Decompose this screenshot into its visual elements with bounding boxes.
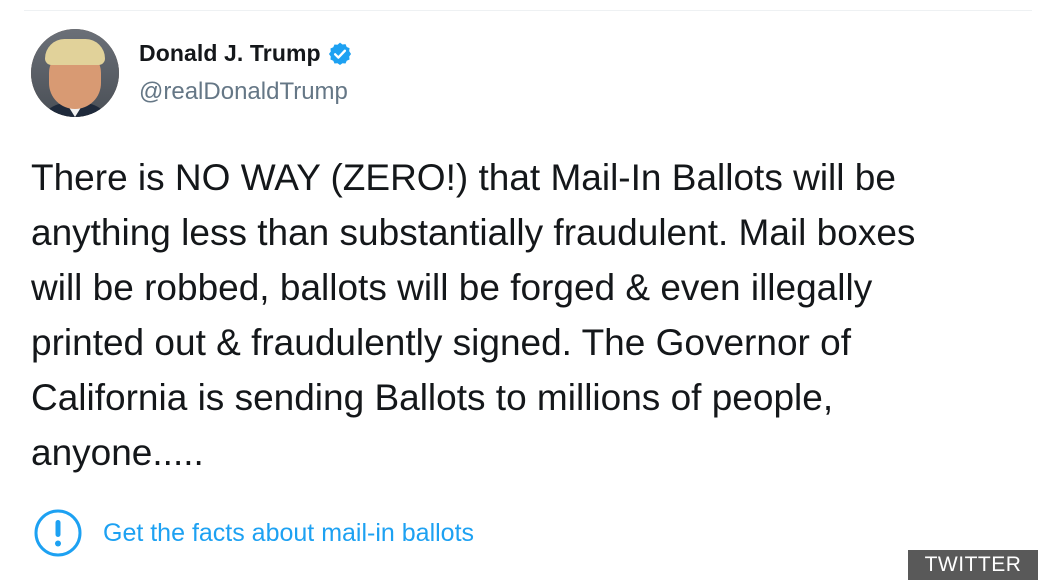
user-handle[interactable]: @realDonaldTrump (139, 78, 348, 106)
author-name-row: Donald J. Trump (139, 40, 353, 67)
verified-badge-icon (328, 42, 351, 65)
tweet-card: Donald J. Trump @realDonaldTrump There i… (0, 0, 1040, 580)
exclamation-circle-icon (34, 509, 82, 557)
get-facts-link[interactable]: Get the facts about mail-in ballots (33, 508, 474, 558)
get-facts-label[interactable]: Get the facts about mail-in ballots (103, 519, 474, 548)
display-name[interactable]: Donald J. Trump (139, 40, 321, 67)
source-badge: TWITTER (908, 550, 1038, 580)
tweet-text: There is NO WAY (ZERO!) that Mail-In Bal… (31, 157, 916, 473)
avatar[interactable] (31, 29, 119, 117)
avatar-hair (45, 39, 105, 65)
